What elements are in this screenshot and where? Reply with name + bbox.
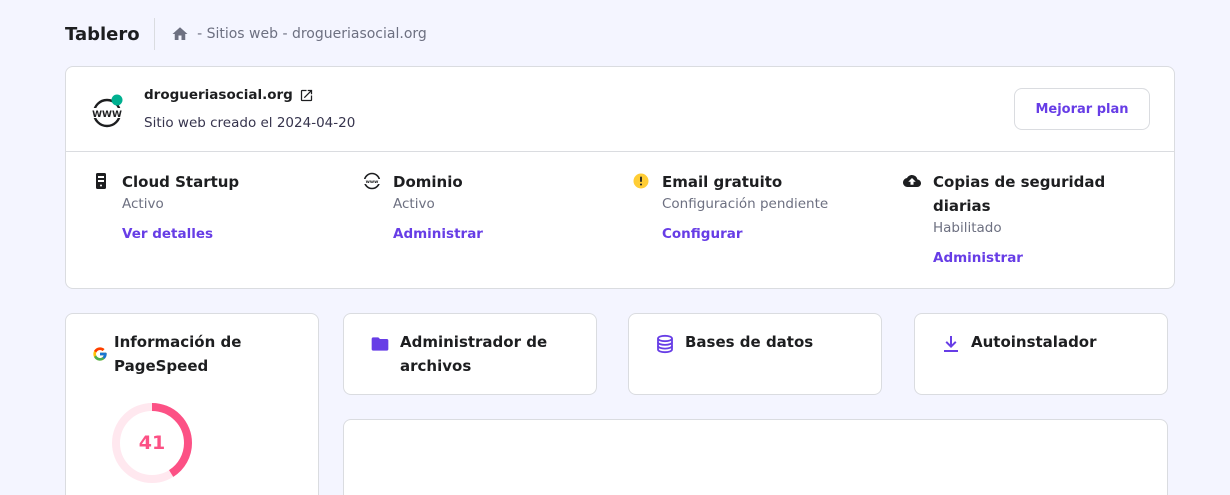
feature-status: Activo — [122, 196, 164, 212]
databases-title: Bases de datos — [685, 333, 814, 351]
upgrade-plan-button[interactable]: Mejorar plan — [1014, 88, 1150, 130]
view-details-link[interactable]: Ver detalles — [122, 226, 213, 242]
feature-email: Email gratuito Configuración pendiente C… — [632, 170, 872, 242]
feature-title: Cloud Startup — [122, 173, 240, 191]
content-card — [343, 419, 1168, 495]
google-icon — [92, 346, 108, 362]
server-icon — [92, 172, 110, 190]
cloud-upload-icon — [903, 172, 921, 190]
pagespeed-card[interactable]: Información de PageSpeed 41 — [65, 313, 319, 495]
breadcrumb-site: - drogueriasocial.org — [278, 26, 427, 42]
folder-icon — [370, 334, 390, 354]
autoinstaller-card[interactable]: Autoinstalador — [914, 313, 1168, 395]
database-icon — [655, 334, 675, 354]
page-header: Tablero - Sitios web - drogueriasocial.o… — [65, 18, 427, 50]
feature-title: Copias de seguridad diarias — [933, 173, 1106, 215]
pagespeed-score: 41 — [138, 432, 166, 454]
site-name-row: drogueriasocial.org — [144, 87, 314, 103]
manage-domain-link[interactable]: Administrar — [393, 226, 483, 242]
manage-backups-link[interactable]: Administrar — [933, 250, 1023, 266]
databases-card[interactable]: Bases de datos — [628, 313, 882, 395]
page-title: Tablero — [65, 23, 140, 45]
header-divider — [153, 18, 155, 50]
home-icon[interactable] — [171, 25, 189, 43]
download-icon — [941, 334, 961, 354]
svg-text:www: www — [366, 180, 379, 185]
site-name[interactable]: drogueriasocial.org — [144, 87, 293, 103]
external-link-icon[interactable] — [299, 88, 314, 103]
features-row: Cloud Startup Activo Ver detalles www Do… — [66, 152, 1174, 289]
breadcrumb: - Sitios web - drogueriasocial.org — [171, 25, 427, 43]
site-overview-card: WWW drogueriasocial.org Sitio web creado… — [65, 66, 1175, 289]
breadcrumb-websites[interactable]: - Sitios web — [193, 26, 278, 42]
pagespeed-header: Información de PageSpeed — [92, 330, 254, 378]
warning-icon — [632, 172, 650, 190]
feature-domain: www Dominio Activo Administrar — [363, 170, 603, 242]
www-icon: WWW — [92, 94, 124, 128]
globe-www-icon: www — [363, 172, 381, 190]
autoinstaller-title: Autoinstalador — [971, 333, 1097, 351]
feature-status: Configuración pendiente — [662, 196, 829, 212]
configure-email-link[interactable]: Configurar — [662, 226, 743, 242]
file-manager-card[interactable]: Administrador de archivos — [343, 313, 597, 395]
feature-backups: Copias de seguridad diarias Habilitado A… — [903, 170, 1143, 266]
feature-status: Activo — [393, 196, 435, 212]
feature-hosting: Cloud Startup Activo Ver detalles — [92, 170, 332, 242]
feature-title: Email gratuito — [662, 173, 783, 191]
pagespeed-title: Información de PageSpeed — [114, 333, 242, 375]
logo-text: WWW — [92, 110, 122, 120]
site-header: WWW drogueriasocial.org Sitio web creado… — [66, 67, 1174, 152]
site-created-date: Sitio web creado el 2024-04-20 — [144, 115, 356, 131]
feature-title: Dominio — [393, 173, 463, 191]
feature-status: Habilitado — [933, 220, 1002, 236]
file-manager-title: Administrador de archivos — [400, 333, 548, 375]
